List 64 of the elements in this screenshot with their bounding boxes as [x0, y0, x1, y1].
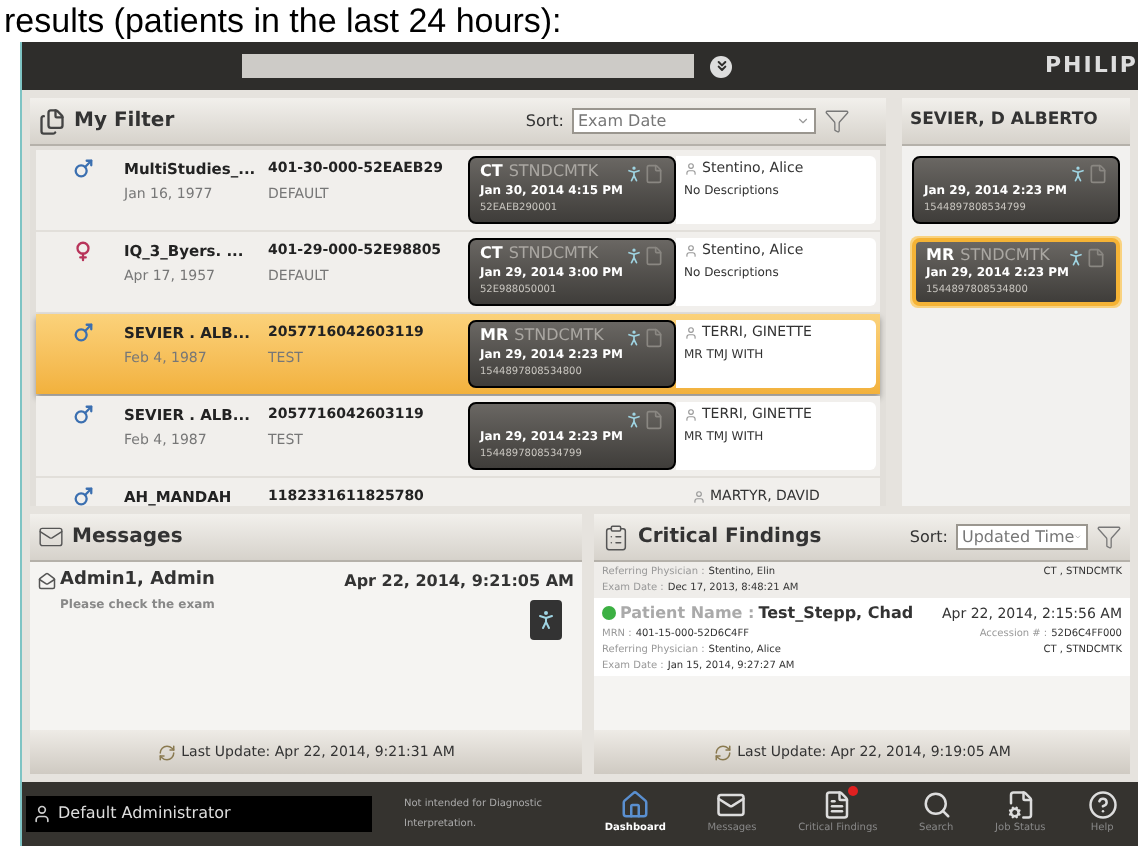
- user-name: Default Administrator: [58, 802, 231, 826]
- document-icon: [644, 244, 664, 268]
- job-status-icon: [1005, 790, 1036, 821]
- document-icon: [1086, 246, 1106, 270]
- panel-title: Messages: [72, 524, 183, 552]
- message-time: Apr 22, 2014, 9:21:05 AM: [344, 569, 574, 594]
- filter-list-icon: [38, 107, 66, 135]
- study-description: STNDCMTK: [508, 244, 599, 264]
- mail-icon: [716, 790, 747, 821]
- physician-icon: [684, 325, 698, 339]
- search-icon: [921, 790, 952, 821]
- help-icon: [1087, 790, 1118, 821]
- patient-label: Patient Name :: [620, 605, 755, 621]
- document-icon: [644, 162, 664, 186]
- sort-label: Sort:: [909, 525, 948, 549]
- body-icon: [624, 326, 644, 350]
- body-icon: [624, 244, 644, 268]
- modality-label: CT: [480, 162, 503, 182]
- physician-icon: [684, 243, 698, 257]
- physician-icon: [692, 489, 706, 503]
- patient-name: Test_Stepp, Chad: [758, 605, 914, 621]
- physician-icon: [684, 407, 698, 421]
- panel-title: SEVIER, D ALBERTO: [910, 108, 1098, 134]
- body-icon: [1068, 162, 1088, 186]
- home-icon: [620, 790, 651, 821]
- message-sender: Admin1, Admin: [60, 568, 215, 594]
- gender-icon: [71, 404, 93, 426]
- search-field[interactable]: [242, 54, 694, 78]
- panel-title: My Filter: [74, 108, 175, 136]
- body-icon: [624, 162, 644, 186]
- study-description: STNDCMTK: [508, 162, 599, 182]
- clipboard-icon: [602, 523, 630, 551]
- expand-icon[interactable]: [710, 55, 732, 77]
- gender-icon: [71, 240, 93, 262]
- filter-icon[interactable]: [824, 108, 850, 134]
- gender-icon: [71, 486, 93, 506]
- user-icon: [32, 804, 52, 824]
- physician-icon: [684, 161, 698, 175]
- refresh-icon[interactable]: [713, 743, 732, 761]
- sort-label: Sort:: [525, 109, 564, 133]
- body-icon: [624, 408, 644, 432]
- study-description: STNDCMTK: [514, 326, 604, 346]
- document-icon: [644, 326, 664, 350]
- sort-dropdown[interactable]: Updated Time: [956, 524, 1088, 550]
- open-mail-icon: [38, 572, 56, 591]
- modality-label: MR: [480, 326, 509, 346]
- gender-icon: [71, 322, 93, 344]
- modality-label: CT: [480, 244, 503, 264]
- slide-caption: results (patients in the last 24 hours):: [4, 2, 562, 42]
- document-icon: [644, 408, 664, 432]
- refresh-icon[interactable]: [157, 743, 176, 761]
- gender-icon: [71, 158, 93, 180]
- filter-icon[interactable]: [1096, 524, 1122, 550]
- document-icon: [822, 790, 853, 821]
- caret-icon: [796, 114, 810, 128]
- study-description: STNDCMTK: [960, 246, 1050, 264]
- logo: PHILIP: [1044, 49, 1138, 82]
- mail-icon: [38, 524, 64, 550]
- sort-dropdown[interactable]: Exam Date: [572, 108, 816, 134]
- body-icon: [1066, 246, 1086, 270]
- document-icon: [1088, 162, 1108, 186]
- modality-label: MR: [926, 246, 955, 264]
- panel-title: Critical Findings: [638, 524, 822, 552]
- patient-icon[interactable]: [530, 599, 562, 639]
